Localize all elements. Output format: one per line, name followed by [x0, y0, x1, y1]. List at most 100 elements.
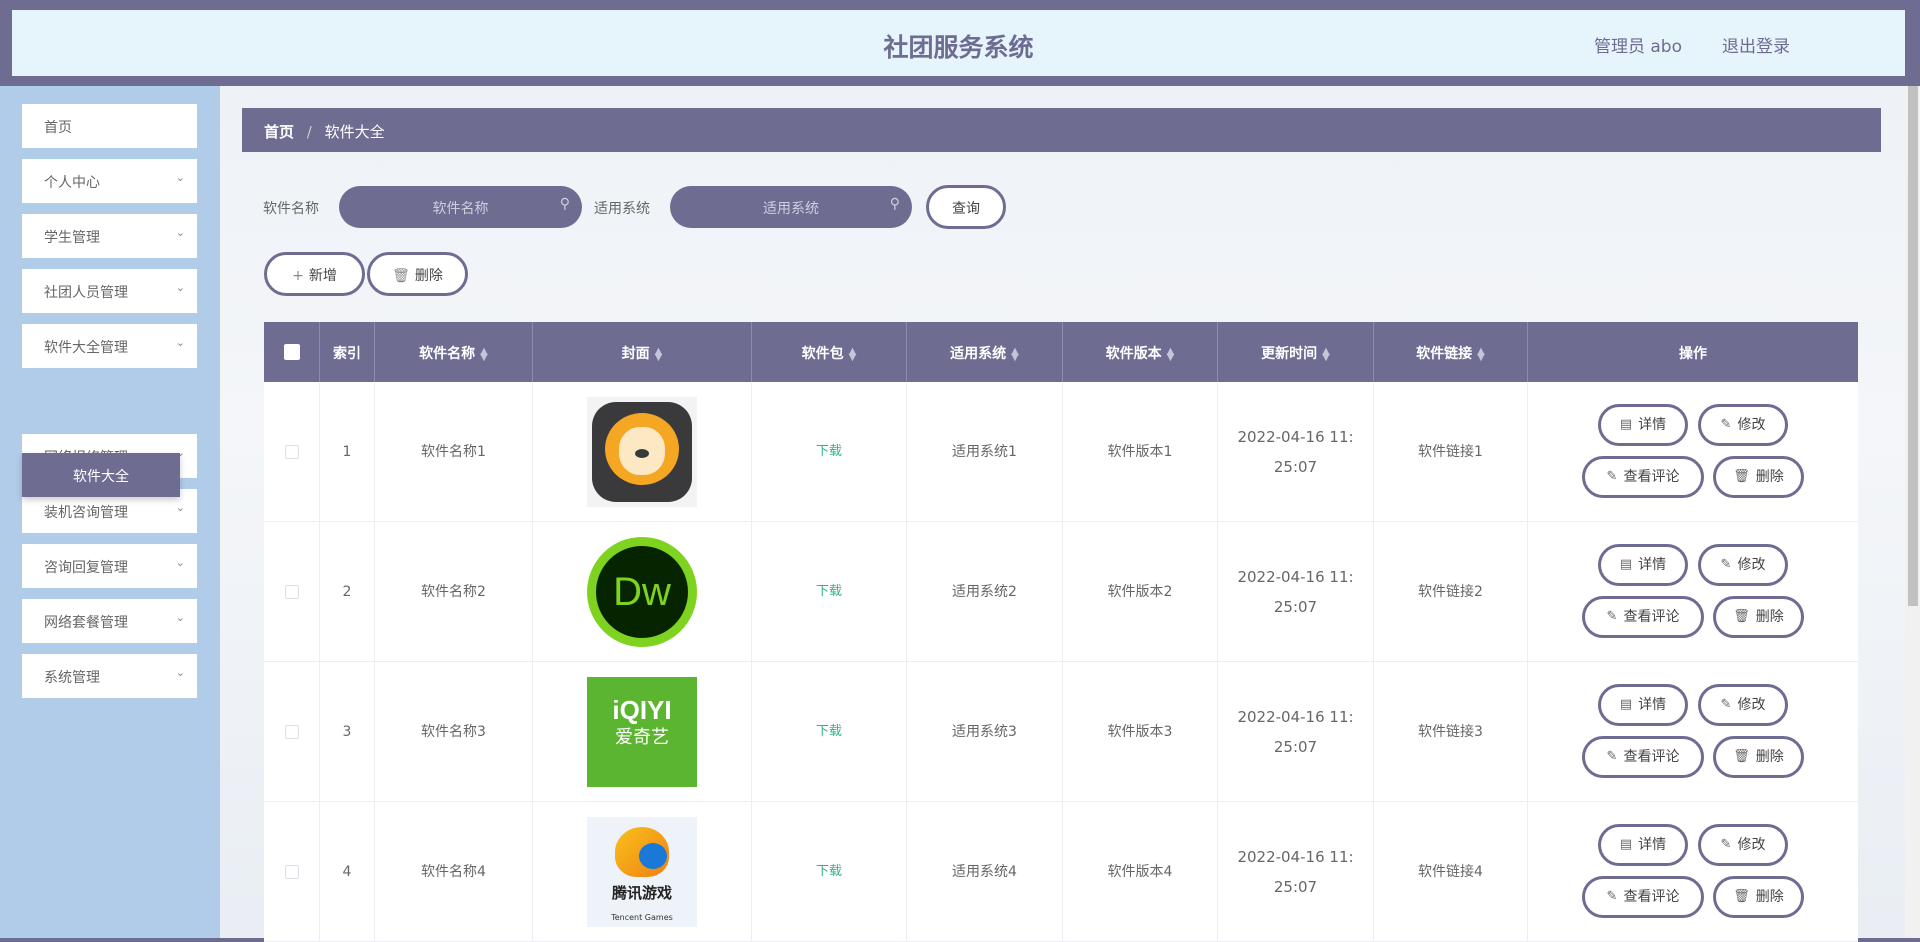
software-link: 软件链接4	[1418, 864, 1483, 880]
delete-button[interactable]: 🗑 删除	[1713, 456, 1804, 498]
software-name-input[interactable]: 软件名称 ⚲	[339, 186, 582, 228]
system: 适用系统3	[952, 724, 1017, 740]
edit-label: 修改	[1737, 697, 1766, 713]
pencil-icon: ✎	[1720, 837, 1732, 852]
software-link: 软件链接1	[1418, 444, 1483, 460]
view-comments-label: 查看评论	[1623, 749, 1680, 765]
add-button[interactable]: + 新增	[264, 252, 365, 296]
add-label: 新增	[308, 268, 337, 284]
chevron-down-icon: ⌄	[175, 611, 185, 624]
sidebar-item[interactable]: 网络套餐管理 ⌄	[22, 599, 197, 643]
sidebar-item-label: 学生管理	[44, 230, 100, 246]
system: 适用系统2	[952, 584, 1017, 600]
edit-button[interactable]: ✎ 修改	[1698, 544, 1788, 586]
download-link[interactable]: 下载	[816, 857, 842, 887]
sidebar-item[interactable]: 系统管理 ⌄	[22, 654, 197, 698]
sidebar-item[interactable]: 社团人员管理 ⌄	[22, 269, 197, 313]
sort-icon[interactable]: ▲ ▼	[849, 347, 857, 363]
delete-button[interactable]: 🗑 删除	[1713, 596, 1804, 638]
sort-icon[interactable]: ▲ ▼	[655, 347, 663, 363]
pencil-icon: ✎	[1606, 889, 1618, 904]
edit-button[interactable]: ✎ 修改	[1698, 404, 1788, 446]
view-comments-label: 查看评论	[1623, 609, 1680, 625]
sidebar-subitem-software[interactable]: 软件大全	[22, 453, 180, 497]
version: 软件版本2	[1107, 584, 1173, 600]
iqiyi-icon: iQIYI 爱奇艺	[587, 677, 697, 787]
lion-app-icon	[587, 397, 697, 507]
delete-label: 删除	[1755, 749, 1784, 765]
detail-button[interactable]: ▤ 详情	[1598, 544, 1688, 586]
delete-button[interactable]: 🗑 删除	[1713, 736, 1804, 778]
detail-button[interactable]: ▤ 详情	[1598, 824, 1688, 866]
sidebar-item[interactable]: 咨询回复管理 ⌄	[22, 544, 197, 588]
software-name: 软件名称3	[421, 724, 486, 740]
row-checkbox[interactable]	[284, 445, 299, 459]
sidebar-item[interactable]: 个人中心 ⌄	[22, 159, 197, 203]
column-header[interactable]: 适用系统	[950, 346, 1006, 362]
document-icon: ▤	[1619, 417, 1633, 432]
view-comments-label: 查看评论	[1623, 469, 1680, 485]
detail-label: 详情	[1638, 837, 1667, 853]
dreamweaver-icon: Dw	[587, 537, 697, 647]
sort-icon[interactable]: ▲ ▼	[1167, 347, 1175, 363]
system-input[interactable]: 适用系统 ⚲	[670, 186, 912, 228]
view-comments-button[interactable]: ✎ 查看评论	[1582, 456, 1704, 498]
software-name-label: 软件名称	[263, 201, 319, 217]
sort-icon[interactable]: ▲ ▼	[1477, 347, 1485, 363]
software-link: 软件链接3	[1418, 724, 1483, 740]
sidebar-item-label: 网络套餐管理	[44, 615, 128, 631]
download-link[interactable]: 下载	[816, 717, 842, 747]
system-label: 适用系统	[594, 201, 650, 217]
sidebar-item-label: 首页	[44, 120, 72, 136]
chevron-down-icon: ⌄	[175, 226, 185, 239]
edit-button[interactable]: ✎ 修改	[1698, 684, 1788, 726]
view-comments-button[interactable]: ✎ 查看评论	[1582, 876, 1704, 918]
vertical-scrollbar[interactable]	[1905, 86, 1920, 938]
sort-icon[interactable]: ▲ ▼	[480, 347, 488, 363]
scrollbar-thumb[interactable]	[1908, 86, 1918, 606]
logout-link[interactable]: 退出登录	[1722, 32, 1790, 57]
column-header[interactable]: 软件版本	[1106, 346, 1162, 362]
sort-icon[interactable]: ▲ ▼	[1011, 347, 1019, 363]
column-header[interactable]: 软件链接	[1416, 346, 1472, 362]
trash-icon: 🗑	[1733, 889, 1750, 904]
column-header[interactable]: 软件包	[802, 346, 844, 362]
detail-button[interactable]: ▤ 详情	[1598, 404, 1688, 446]
delete-button[interactable]: 🗑 删除	[1713, 876, 1804, 918]
update-time: 2022-04-16 11:25:07	[1237, 568, 1354, 616]
view-comments-button[interactable]: ✎ 查看评论	[1582, 596, 1704, 638]
trash-icon: 🗑	[1733, 469, 1750, 484]
download-link[interactable]: 下载	[816, 437, 842, 467]
row-checkbox[interactable]	[284, 865, 299, 879]
sort-icon[interactable]: ▲ ▼	[1322, 347, 1330, 363]
row-checkbox[interactable]	[284, 585, 299, 599]
top-header: 社团服务系统 管理员 abo 退出登录	[12, 10, 1905, 76]
chevron-down-icon: ⌄	[175, 556, 185, 569]
breadcrumb-home[interactable]: 首页	[264, 123, 294, 141]
chevron-down-icon: ⌄	[175, 336, 185, 349]
tencent-games-icon: 腾讯游戏 Tencent Games	[587, 817, 697, 927]
column-header[interactable]: 更新时间	[1261, 346, 1317, 362]
column-header[interactable]: 封面	[622, 346, 650, 362]
batch-delete-button[interactable]: 🗑 删除	[367, 252, 468, 296]
query-button[interactable]: 查询	[926, 185, 1006, 229]
edit-button[interactable]: ✎ 修改	[1698, 824, 1788, 866]
download-link[interactable]: 下载	[816, 577, 842, 607]
sidebar-item[interactable]: 学生管理 ⌄	[22, 214, 197, 258]
detail-button[interactable]: ▤ 详情	[1598, 684, 1688, 726]
sidebar-item[interactable]: 首页	[22, 104, 197, 148]
select-all-checkbox[interactable]	[283, 344, 300, 360]
sidebar-item[interactable]: 软件大全管理 ⌄	[22, 324, 197, 368]
column-header[interactable]: 软件名称	[419, 346, 475, 362]
document-icon: ▤	[1619, 697, 1633, 712]
search-icon: ⚲	[559, 196, 570, 212]
plus-icon: +	[292, 268, 304, 284]
pencil-icon: ✎	[1606, 469, 1618, 484]
row-checkbox[interactable]	[284, 725, 299, 739]
update-time: 2022-04-16 11:25:07	[1237, 428, 1354, 476]
main-content: 首页 / 软件大全 软件名称 软件名称 ⚲ 适用系统 适用系统 ⚲ 查询 + 新增…	[220, 86, 1905, 942]
view-comments-button[interactable]: ✎ 查看评论	[1582, 736, 1704, 778]
pencil-icon: ✎	[1606, 609, 1618, 624]
chevron-down-icon: ⌄	[175, 281, 185, 294]
software-name-placeholder: 软件名称	[432, 201, 489, 217]
